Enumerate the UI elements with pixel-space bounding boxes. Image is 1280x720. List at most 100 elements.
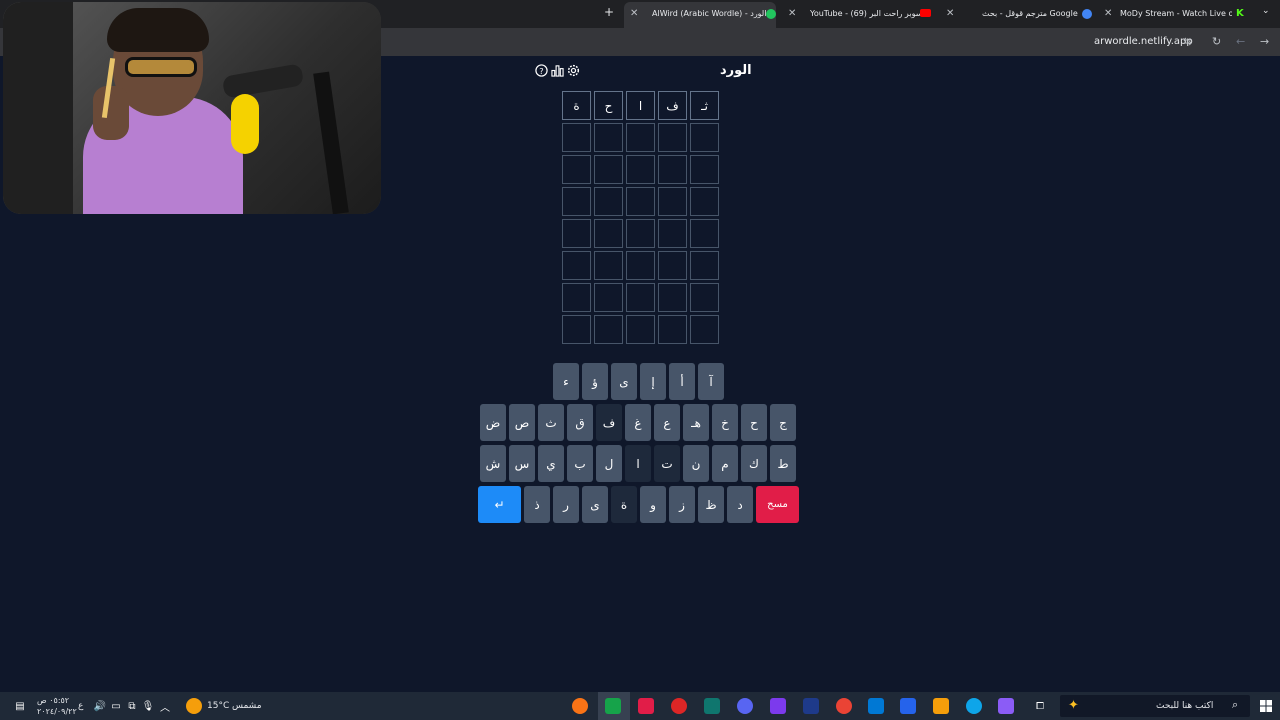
store-icon[interactable] [900,698,916,714]
key[interactable]: د [727,486,753,523]
display-icon[interactable]: ⧉ [124,698,140,714]
grid-cell [626,123,655,152]
grid-cell [690,219,719,248]
key[interactable]: ض [480,404,506,441]
key[interactable]: ف [596,404,622,441]
app-icon[interactable] [572,698,588,714]
show-hidden-icons-chevron-icon[interactable]: ︿ [157,698,173,714]
webcam-overlay [3,2,381,214]
network-icon[interactable]: ▭ [108,698,124,714]
outlook-icon[interactable] [868,698,884,714]
key[interactable]: ق [567,404,593,441]
key[interactable]: ظ [698,486,724,523]
grid-cell [626,283,655,312]
key[interactable]: ز [669,486,695,523]
key[interactable]: ث [538,404,564,441]
key[interactable]: أ [669,363,695,400]
volume-icon[interactable]: 🔊 [92,698,108,714]
key[interactable]: ؤ [582,363,608,400]
weather-label[interactable]: مشمس [232,701,262,711]
key[interactable]: و [640,486,666,523]
discord-icon[interactable] [737,698,753,714]
key[interactable]: ء [553,363,579,400]
key[interactable]: ح [741,404,767,441]
key[interactable]: م [712,445,738,482]
grid-cell [626,219,655,248]
new-tab-button[interactable]: + [604,5,614,19]
key[interactable]: س [509,445,535,482]
close-tab-icon[interactable]: ✕ [946,8,954,19]
windows-start-icon[interactable] [1258,698,1274,714]
site-settings-icon[interactable]: ⇆ [1183,35,1192,48]
grid-cell [562,283,591,312]
task-view-icon[interactable]: ⧠ [1032,698,1048,714]
key[interactable]: خ [712,404,738,441]
tab-title: AlWird (Arabic Wordle) - الورد [652,9,767,18]
svg-text:?: ? [539,65,543,75]
key[interactable]: ن [683,445,709,482]
grid-cell [562,123,591,152]
grid-cell [562,187,591,216]
chrome-icon[interactable] [836,698,852,714]
key[interactable]: ك [741,445,767,482]
tab-youtube[interactable]: ✕ YouTube - (69) سوبر راحت البر [782,3,940,25]
key[interactable]: ش [480,445,506,482]
key[interactable]: ر [553,486,579,523]
delete-button[interactable]: مسح [756,486,799,523]
grid-cell [690,123,719,152]
key[interactable]: ب [567,445,593,482]
reload-icon[interactable]: ↻ [1212,35,1221,48]
weather-temp[interactable]: 15°C [207,701,229,711]
close-tab-icon[interactable]: ✕ [1104,8,1112,19]
close-tab-icon[interactable]: ✕ [630,8,638,19]
key[interactable]: ت [654,445,680,482]
key[interactable]: هـ [683,404,709,441]
tab-kick-stream[interactable]: ✕ MoDy Stream - Watch Live on K K [1098,3,1254,25]
tab-alwird[interactable]: ✕ AlWird (Arabic Wordle) - الورد [624,2,776,28]
key[interactable]: ذ [524,486,550,523]
notifications-icon[interactable]: ▤ [12,698,28,714]
url-text[interactable]: arwordle.netlify.app [1094,36,1193,47]
help-icon[interactable]: ? [534,63,548,77]
key[interactable]: إ [640,363,666,400]
key[interactable]: ي [538,445,564,482]
back-icon[interactable]: → [1260,35,1269,48]
forward-icon[interactable]: ← [1236,35,1245,48]
stream-app-icon[interactable] [605,698,621,714]
guess-row [561,219,719,248]
tab-google-translate[interactable]: ✕ مترجم قوقل - بحث Google [940,3,1096,25]
app-icon[interactable] [638,698,654,714]
key[interactable]: ص [509,404,535,441]
close-tab-icon[interactable]: ✕ [788,8,796,19]
file-explorer-icon[interactable] [933,698,949,714]
key[interactable]: ط [770,445,796,482]
tab-search-chevron-icon[interactable]: ⌄ [1262,6,1270,16]
mic-icon[interactable]: 🎙 [140,698,156,714]
clock-date[interactable]: ٢٠٢٤/٠٩/٢٢ [37,707,77,716]
language-indicator[interactable]: ع [78,701,83,711]
edge-icon[interactable] [966,698,982,714]
settings-icon[interactable] [566,63,580,77]
key[interactable]: ى [582,486,608,523]
tab-title: مترجم قوقل - بحث Google [982,9,1078,18]
key[interactable]: آ [698,363,724,400]
app-icon[interactable] [671,698,687,714]
guess-grid: ثـ ف ا ح ة [561,91,719,347]
key[interactable]: ا [625,445,651,482]
clock-time[interactable]: ٠٥:٥٢ ص [37,696,69,705]
key[interactable]: ى [611,363,637,400]
grid-cell [658,315,687,344]
key[interactable]: ة [611,486,637,523]
copilot-icon[interactable] [998,698,1014,714]
stats-icon[interactable] [550,63,564,77]
key[interactable]: ج [770,404,796,441]
key[interactable]: ل [596,445,622,482]
enter-button[interactable]: ↵ [478,486,521,523]
taskbar-search-box[interactable]: ✦ اكتب هنا للبحث ⌕ [1060,695,1250,717]
app-icon[interactable] [704,698,720,714]
steam-icon[interactable] [803,698,819,714]
key[interactable]: ع [654,404,680,441]
game-title: الورد [720,63,752,78]
app-icon[interactable] [770,698,786,714]
key[interactable]: غ [625,404,651,441]
